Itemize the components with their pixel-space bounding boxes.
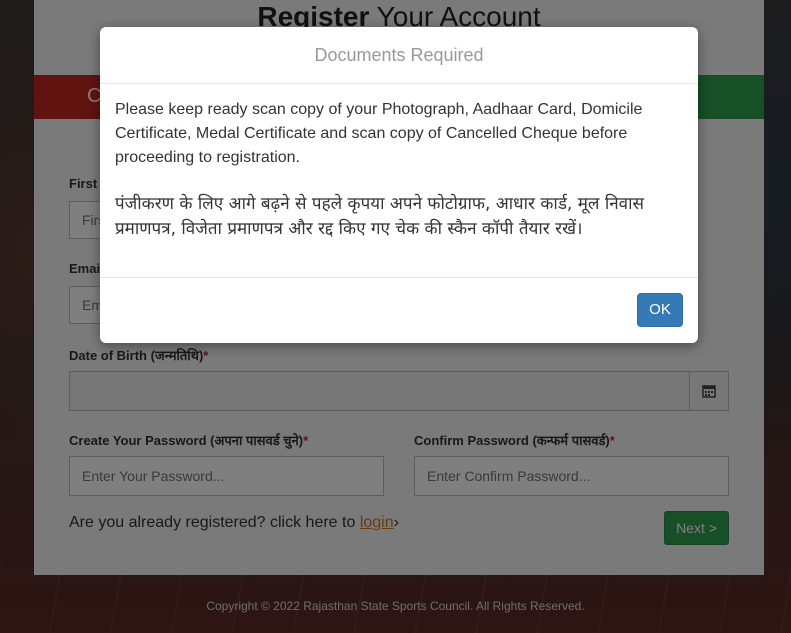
modal-text-english: Please keep ready scan copy of your Phot… [115,101,643,166]
ok-button[interactable]: OK [637,293,683,327]
documents-required-modal: Documents Required Please keep ready sca… [100,27,698,343]
modal-title: Documents Required [100,27,698,84]
modal-text-hindi: पंजीकरण के लिए आगे बढ़ने से पहले कृपया अ… [115,194,645,239]
modal-body: Please keep ready scan copy of your Phot… [100,84,698,278]
